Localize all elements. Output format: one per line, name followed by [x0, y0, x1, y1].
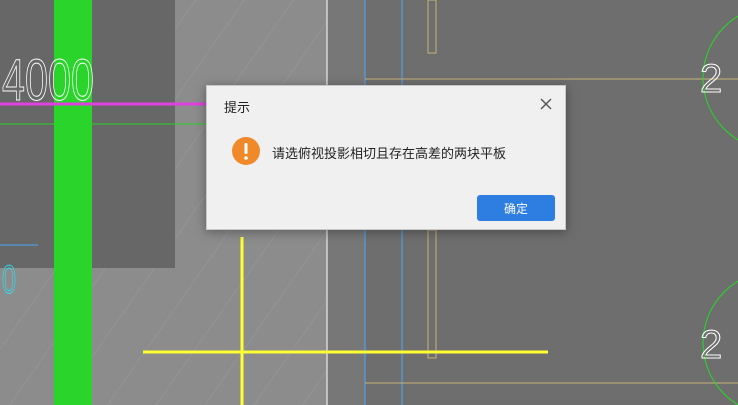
dialog-message: 请选俯视投影相切且存在高差的两块平板 [272, 146, 507, 161]
axis-label-top: 2 [700, 57, 722, 101]
cyan-mark: 0 [2, 258, 16, 302]
close-icon[interactable] [539, 97, 553, 111]
dialog-title: 提示 [224, 100, 251, 115]
axis-label-bottom: 2 [700, 323, 722, 367]
ok-button[interactable]: 确定 [477, 195, 555, 221]
alert-dialog: 提示 请选俯视投影相切且存在高差的两块平板 确定 [206, 85, 566, 230]
exclamation-circle-icon [232, 137, 260, 165]
